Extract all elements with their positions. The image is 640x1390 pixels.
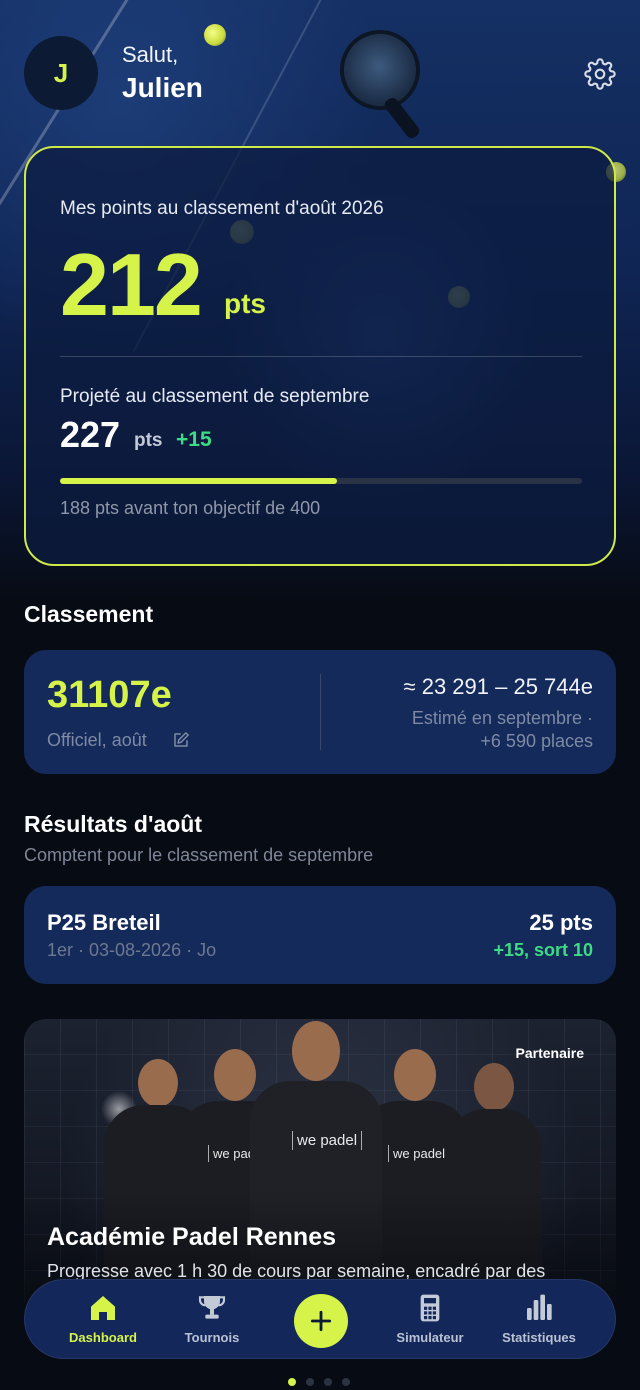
tab-simulateur[interactable]: Simulateur <box>375 1280 485 1360</box>
header: J Salut, Julien <box>24 36 616 112</box>
tournament-delta: +15, sort 10 <box>493 940 593 960</box>
projected-points-unit: pts <box>134 430 163 451</box>
tab-tournois[interactable]: Tournois <box>157 1280 267 1360</box>
user-name: Julien <box>122 72 203 103</box>
tournament-points: 25 pts <box>529 910 593 935</box>
ranking-separator <box>320 674 321 750</box>
goal-text: 188 pts avant ton objectif de 400 <box>60 498 321 518</box>
page-dot <box>306 1378 314 1386</box>
page-dot <box>342 1378 350 1386</box>
projected-delta: +15 <box>176 428 212 451</box>
add-button[interactable] <box>294 1294 348 1348</box>
results-section-title: Résultats d'août <box>24 811 202 837</box>
result-item[interactable]: P25 Breteil 1er · 03-08-2026 · Jo 25 pts… <box>24 886 616 984</box>
page-dot <box>324 1378 332 1386</box>
projected-points: 227 <box>60 414 121 455</box>
home-icon <box>91 1296 115 1320</box>
shirt-logo: we padel <box>292 1131 363 1150</box>
tournament-name: P25 Breteil <box>47 910 161 935</box>
player-head <box>394 1049 436 1101</box>
page-dot <box>288 1378 296 1386</box>
plus-icon <box>310 1310 332 1332</box>
ranking-card[interactable]: 31107e Officiel, août ≈ 23 291 – 25 744e… <box>24 650 616 774</box>
official-rank: 31107e <box>47 674 172 716</box>
points-card[interactable]: Mes points au classement d'août 2026 212… <box>24 146 616 566</box>
bottom-tab-bar: Dashboard Tournois Simulateur Statistiqu… <box>24 1279 616 1359</box>
estimated-label: Estimé en septembre · <box>411 708 593 728</box>
tab-label: Simulateur <box>396 1330 464 1345</box>
goal-progress-fill <box>60 478 337 484</box>
results-section-subtitle: Comptent pour le classement de septembre <box>24 845 374 865</box>
tab-label: Dashboard <box>69 1330 137 1345</box>
estimated-places-gain: +6 590 places <box>480 731 593 751</box>
tab-statistiques[interactable]: Statistiques <box>484 1280 594 1360</box>
points-card-title: Mes points au classement d'août 2026 <box>60 198 384 219</box>
divider <box>60 356 582 357</box>
partner-card[interactable]: we padel we padel we padel Partenaire Ac… <box>24 1019 616 1319</box>
greeting: Salut, <box>122 42 179 67</box>
ranking-section-title: Classement <box>24 601 154 627</box>
tab-dashboard[interactable]: Dashboard <box>48 1280 158 1360</box>
player-head <box>138 1059 178 1107</box>
player-head <box>292 1021 340 1081</box>
avatar[interactable]: J <box>24 36 98 110</box>
projection-title: Projeté au classement de septembre <box>60 386 370 407</box>
gear-icon[interactable] <box>584 58 616 90</box>
estimated-rank-range: ≈ 23 291 – 25 744e <box>403 674 593 699</box>
partner-badge: Partenaire <box>515 1045 584 1061</box>
shirt-logo: we padel <box>388 1145 451 1162</box>
edit-icon[interactable] <box>172 731 190 749</box>
goal-progress-bar <box>60 478 582 484</box>
tab-label: Statistiques <box>502 1330 576 1345</box>
calculator-icon <box>420 1294 440 1322</box>
partner-title: Académie Padel Rennes <box>47 1223 337 1251</box>
bar-chart-icon <box>527 1294 552 1320</box>
official-rank-label: Officiel, août <box>47 730 147 750</box>
current-points: 212 <box>60 235 203 334</box>
tournament-meta: 1er · 03-08-2026 · Jo <box>47 940 217 960</box>
player-head <box>474 1063 514 1111</box>
tab-label: Tournois <box>184 1330 240 1345</box>
current-points-unit: pts <box>224 288 266 319</box>
trophy-icon <box>198 1296 226 1319</box>
page-indicator <box>288 1378 352 1388</box>
